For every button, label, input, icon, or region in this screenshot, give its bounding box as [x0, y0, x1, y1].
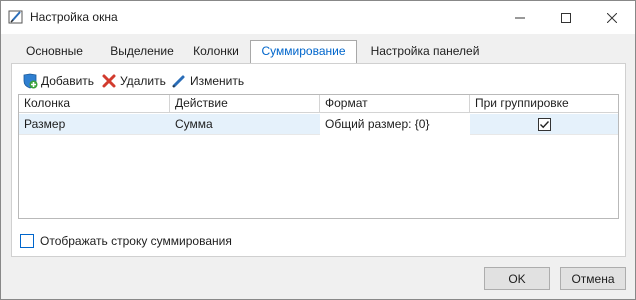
title-bar: Настройка окна	[1, 1, 635, 34]
tab-columns[interactable]: Колонки	[177, 41, 255, 64]
cell-format[interactable]: Общий размер: {0}	[320, 114, 470, 135]
minimize-icon	[515, 17, 525, 18]
maximize-button[interactable]	[543, 1, 589, 34]
column-header-action[interactable]: Действие	[170, 95, 320, 113]
close-icon	[607, 12, 617, 23]
edit-button-label: Изменить	[190, 74, 245, 88]
tab-summation[interactable]: Суммирование	[250, 40, 357, 64]
summation-grid: Колонка Действие Формат При группировке …	[18, 94, 619, 219]
tab-strip: Основные Выделение Колонки Суммирование …	[11, 40, 625, 64]
cell-action[interactable]: Сумма	[170, 114, 320, 135]
show-summary-row-option[interactable]: Отображать строку суммирования	[20, 233, 232, 249]
delete-button-label: Удалить	[120, 74, 166, 88]
summation-tab-panel: Добавить Удалить Изменить Колонка Действ…	[11, 63, 626, 257]
add-button[interactable]: Добавить	[22, 71, 94, 91]
pencil-icon	[172, 75, 185, 88]
column-header-format[interactable]: Формат	[320, 95, 470, 113]
window-title: Настройка окна	[30, 10, 118, 24]
show-summary-row-checkbox[interactable]	[20, 234, 34, 248]
show-summary-row-label: Отображать строку суммирования	[40, 234, 232, 248]
ok-button[interactable]: OK	[484, 267, 550, 290]
settings-app-icon	[8, 9, 24, 25]
delete-icon	[102, 74, 116, 88]
grid-header: Колонка Действие Формат При группировке	[19, 95, 618, 113]
on-grouping-checkbox[interactable]	[537, 118, 551, 131]
minimize-button[interactable]	[497, 1, 543, 34]
tab-basic[interactable]: Основные	[11, 41, 98, 64]
add-icon	[23, 73, 38, 89]
cancel-button[interactable]: Отмена	[560, 267, 626, 290]
checkmark-icon	[539, 121, 549, 129]
close-button[interactable]	[589, 1, 635, 34]
edit-button[interactable]: Изменить	[171, 71, 244, 91]
add-button-label: Добавить	[41, 74, 95, 88]
tab-selection[interactable]: Выделение	[99, 41, 185, 64]
cell-on-grouping[interactable]	[470, 114, 618, 135]
maximize-icon	[561, 12, 571, 23]
column-header-on-grouping[interactable]: При группировке	[470, 95, 618, 113]
delete-button[interactable]: Удалить	[101, 71, 166, 91]
column-header-column[interactable]: Колонка	[19, 95, 170, 113]
table-row[interactable]: Размер Сумма Общий размер: {0}	[19, 114, 618, 135]
cell-column[interactable]: Размер	[19, 114, 170, 135]
tab-panel-settings[interactable]: Настройка панелей	[360, 41, 490, 64]
settings-dialog: Настройка окна Основные Выделение Колонк…	[0, 0, 636, 300]
